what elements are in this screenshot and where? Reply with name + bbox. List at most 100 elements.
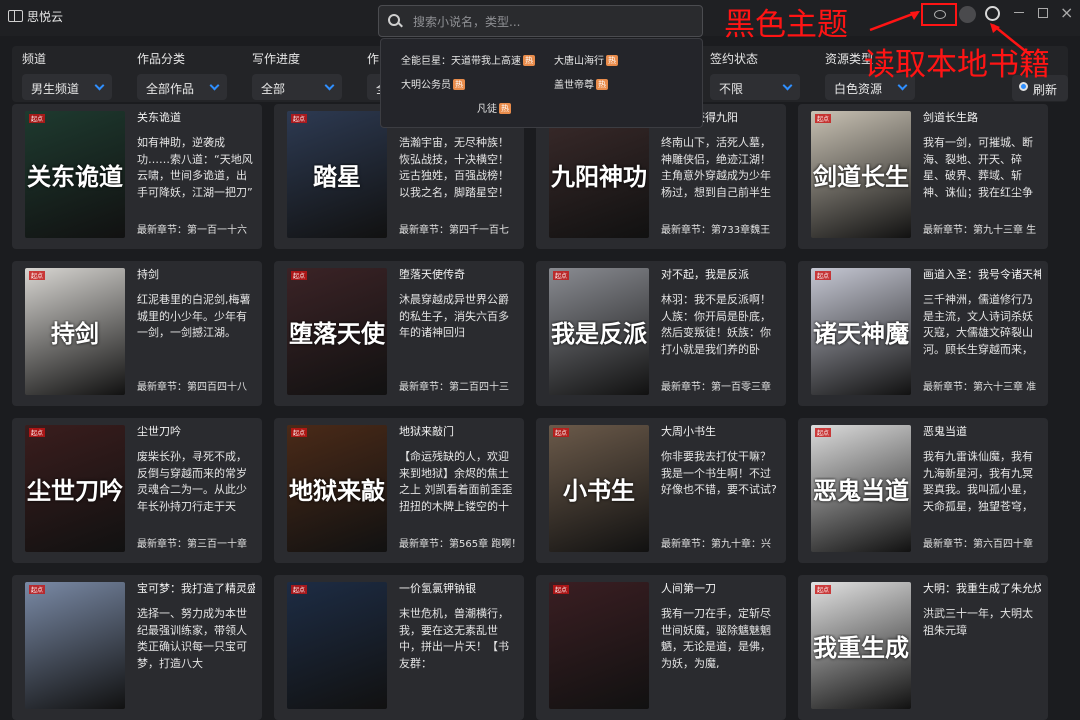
book-card[interactable]: 起点 一价氢氯钾钠银末世危机，兽潮横行，我，要在这无素乱世中，拼出一片天！【书友群… — [274, 575, 524, 720]
book-card[interactable]: 起点 人间第一刀我有一刀在手，定斩尽世间妖魔，驱除魑魅魍魉，无论是道，是佛，为妖，… — [536, 575, 786, 720]
book-title[interactable]: 关东诡道 — [137, 109, 255, 125]
filter-sign: 签约状态 不限 — [710, 51, 800, 100]
latest-chapter: 最新章节：第六十三章 准 — [923, 382, 1037, 393]
latest-chapter: 最新章节：第三百一十章 — [137, 539, 247, 550]
publisher-logo: 起点 — [815, 271, 832, 280]
book-cover[interactable]: 起点 踏星 — [287, 111, 387, 238]
book-description: 你非要我去打仗干嘛？我是一个书生啊！不过好像也不错，要不试试? — [661, 450, 777, 496]
maximize-icon[interactable] — [1038, 8, 1048, 18]
book-description: 我有一剑，可摧城、断海、裂地、开天、碎星、破界、葬域、斩神、诛仙；我在红尘争渡，… — [923, 136, 1033, 199]
book-title[interactable]: 一价氢氯钾钠银 — [399, 580, 517, 596]
book-title[interactable]: 堕落天使传奇 — [399, 266, 517, 282]
book-card[interactable]: 起点 关东诡道 关东诡道 如有神助，逆袭成功……索八道：“天地风云啸，世间多诡道，出手… — [12, 104, 262, 249]
book-card[interactable]: 起点 小书生 大周小书生你非要我去打仗干嘛？我是一个书生啊！不过好像也不错，要不试试… — [536, 418, 786, 563]
book-cover[interactable]: 起点地狱来敲门 — [287, 425, 387, 552]
book-cover[interactable]: 起点 堕落天使 — [287, 268, 387, 395]
book-card[interactable]: 起点剑道长生路剑道长生路我有一剑，可摧城、断海、裂地、开天、碎星、破界、葬域、斩… — [798, 104, 1048, 249]
latest-chapter: 最新章节：第四百四十八 — [137, 382, 247, 393]
suggestion-text: 全能巨星：天道带我上高速 — [401, 56, 521, 67]
book-icon — [8, 10, 23, 22]
book-card[interactable]: 起点 持剑 持剑 红泥巷里的白泥剑,梅薯城里的小少年。少年有一剑，一剑撼江湖。 最新章节… — [12, 261, 262, 406]
book-title[interactable]: 人间第一刀 — [661, 580, 779, 596]
suggestion-item[interactable]: 大明公务员热 — [401, 76, 465, 91]
book-card[interactable]: 起点我重生成了朱允炆大明：我重生成了朱允炆洪武三十一年，大明太祖朱元璋 — [798, 575, 1048, 720]
publisher-logo: 起点 — [29, 114, 46, 123]
close-icon[interactable]: × — [1060, 3, 1073, 22]
latest-chapter: 最新章节：第二百四十三 — [399, 382, 509, 393]
book-title[interactable]: 大周小书生 — [661, 423, 779, 439]
suggestion-text: 大唐山海行 — [554, 56, 604, 67]
chevron-down-icon — [94, 80, 105, 91]
search-icon — [388, 14, 400, 26]
book-cover[interactable]: 起点 关东诡道 — [25, 111, 125, 238]
hot-badge: 热 — [499, 103, 511, 114]
search-input[interactable] — [411, 12, 695, 32]
book-description: 洪武三十一年，大明太祖朱元璋 — [923, 607, 1033, 637]
progress-select[interactable]: 全部 — [252, 74, 342, 100]
hot-badge: 热 — [523, 55, 535, 66]
book-card[interactable]: 起点 恶鬼当道 恶鬼当道我有九雷诛仙魔，我有九海新星河，我有九冥娶真我。我叫孤小星，… — [798, 418, 1048, 563]
book-description: 废柴长孙，寻死不成，反倒与穿越而来的常岁灵魂合二为一。从此少年长孙持刀行走于天下… — [137, 450, 247, 513]
book-card[interactable]: 起点 宝可梦：我打造了精灵盛世选择一、努力成为本世纪最强训练家，带领人类正确认识每… — [12, 575, 262, 720]
book-card[interactable]: 起点诸天神魔画道入圣：我号令诸天神魔三千神洲，儒道修行乃是主流，文人诗词杀妖灭寇… — [798, 261, 1048, 406]
book-cover[interactable]: 起点 恶鬼当道 — [811, 425, 911, 552]
sign-select[interactable]: 不限 — [710, 74, 800, 100]
search-suggestions: 全能巨星：天道带我上高速热 大唐山海行热 大明公务员热 盖世帝尊热 凡徒热 — [380, 38, 703, 128]
suggestion-item[interactable]: 凡徒热 — [477, 100, 511, 115]
book-card[interactable]: 起点地狱来敲门地狱来敲门【命运残缺的人，欢迎来到地狱】余烬的焦土之上 刘凯看着面… — [274, 418, 524, 563]
publisher-logo: 起点 — [291, 428, 308, 437]
local-books-button[interactable] — [985, 6, 1000, 21]
book-title[interactable]: 画道入圣：我号令诸天神魔 — [923, 266, 1041, 282]
book-description: 末世危机，兽潮横行，我，要在这无素乱世中，拼出一片天！【书友群： — [399, 607, 509, 670]
book-title[interactable]: 持剑 — [137, 266, 255, 282]
publisher-logo: 起点 — [553, 428, 570, 437]
book-description: 我有九雷诛仙魔，我有九海新星河，我有九冥娶真我。我叫孤小星，天命孤星，独望苍穹，… — [923, 450, 1033, 513]
book-cover[interactable]: 起点 — [287, 582, 387, 709]
book-description: 我有一刀在手，定斩尽世间妖魔，驱除魑魅魍魉，无论是道，是佛，为妖，为魔, — [661, 607, 771, 670]
publisher-logo: 起点 — [291, 271, 308, 280]
book-cover[interactable]: 起点我重生成了朱允炆 — [811, 582, 911, 709]
suggestion-item[interactable]: 大唐山海行热 — [554, 52, 618, 67]
publisher-logo: 起点 — [815, 585, 832, 594]
latest-chapter: 最新章节：第九十三章 生 — [923, 225, 1037, 236]
book-title[interactable]: 宝可梦：我打造了精灵盛世 — [137, 580, 255, 596]
book-title[interactable]: 恶鬼当道 — [923, 423, 1041, 439]
book-card[interactable]: 起点 堕落天使 堕落天使传奇 沐晨穿越成异世界公爵的私生子，消失六百多年的诸神回归 最新… — [274, 261, 524, 406]
search-box[interactable] — [378, 5, 703, 37]
select-value: 男生频道 — [31, 82, 80, 96]
book-title[interactable]: 尘世刀吟 — [137, 423, 255, 439]
arrow-icon — [869, 10, 920, 32]
filter-category: 作品分类 全部作品 — [137, 51, 227, 100]
avatar[interactable] — [959, 6, 976, 23]
suggestion-item[interactable]: 全能巨星：天道带我上高速热 — [401, 52, 535, 67]
category-select[interactable]: 全部作品 — [137, 74, 227, 100]
book-card[interactable]: 起点 尘世刀吟 尘世刀吟废柴长孙，寻死不成，反倒与穿越而来的常岁灵魂合二为一。从此少… — [12, 418, 262, 563]
book-cover[interactable]: 起点九阳神功 — [549, 111, 649, 238]
publisher-logo: 起点 — [291, 585, 308, 594]
book-cover[interactable]: 起点 持剑 — [25, 268, 125, 395]
book-card[interactable]: 起点 我是反派 对不起，我是反派 林羽：我不是反派啊！人族：你开局是卧底，然后变叛徒！… — [536, 261, 786, 406]
theme-toggle-button[interactable] — [921, 3, 957, 26]
suggestion-item[interactable]: 盖世帝尊热 — [554, 76, 608, 91]
book-description: 浩瀚宇宙，无尽种族！恢弘战技，十决横空！远古独姓，百强战榜！以我之名，脚踏星空！… — [399, 136, 509, 199]
book-cover[interactable]: 起点剑道长生路 — [811, 111, 911, 238]
book-cover[interactable]: 起点 — [549, 582, 649, 709]
channel-select[interactable]: 男生频道 — [22, 74, 112, 100]
book-title[interactable]: 地狱来敲门 — [399, 423, 517, 439]
book-cover[interactable]: 起点 — [25, 582, 125, 709]
book-title[interactable]: 对不起，我是反派 — [661, 266, 779, 282]
book-description: 选择一、努力成为本世纪最强训练家，带领人类正确认识每一只宝可梦，打造八大 — [137, 607, 247, 670]
select-value: 不限 — [719, 82, 744, 96]
book-title[interactable]: 剑道长生路 — [923, 109, 1041, 125]
filter-label: 签约状态 — [710, 52, 759, 66]
suggestion-text: 盖世帝尊 — [554, 80, 594, 91]
latest-chapter: 最新章节：第565章 跑啊！ — [399, 539, 517, 550]
book-cover[interactable]: 起点 小书生 — [549, 425, 649, 552]
book-cover[interactable]: 起点 尘世刀吟 — [25, 425, 125, 552]
book-cover[interactable]: 起点 诸天神魔 — [811, 268, 911, 395]
select-value: 全部 — [261, 82, 286, 96]
minimize-icon[interactable] — [1014, 12, 1024, 13]
book-title[interactable]: 大明：我重生成了朱允炆 — [923, 580, 1041, 596]
book-cover[interactable]: 起点 我是反派 — [549, 268, 649, 395]
publisher-logo: 起点 — [553, 271, 570, 280]
